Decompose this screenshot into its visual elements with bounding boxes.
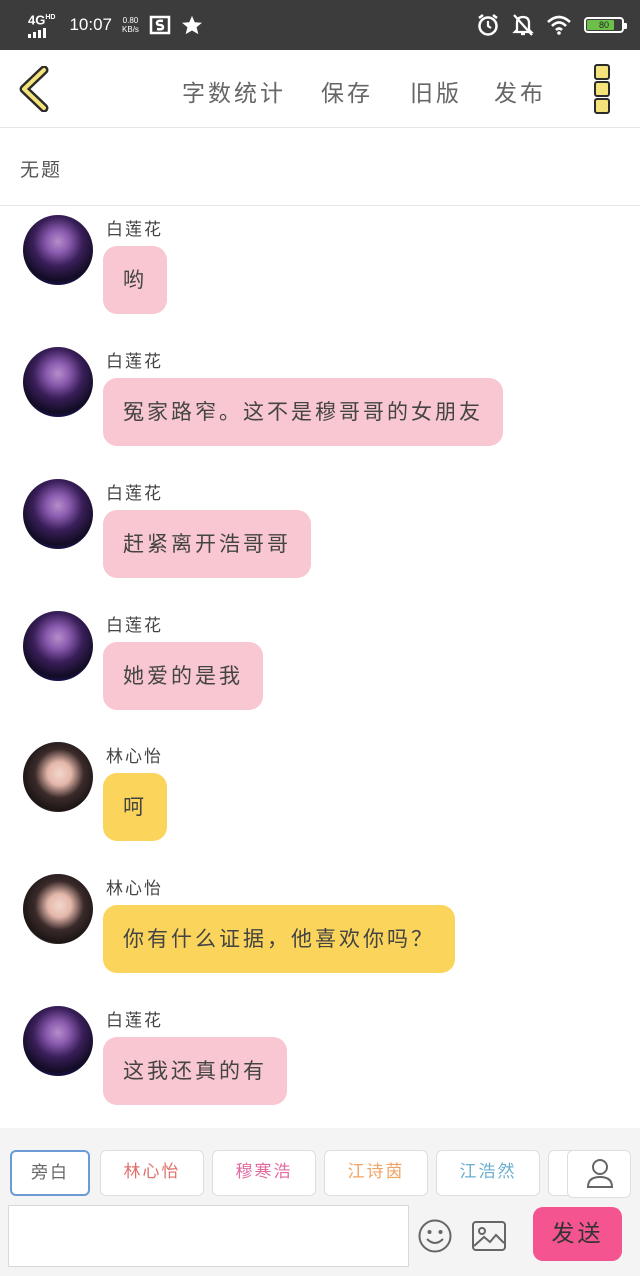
sender-name: 白莲花: [106, 1011, 163, 1031]
avatar-bailianhua: [23, 1006, 93, 1076]
character-chip-narrator[interactable]: 旁白: [10, 1150, 90, 1196]
story-title-bar[interactable]: 无题: [0, 128, 640, 206]
character-chip-jiangshiyin[interactable]: 江诗茵: [324, 1150, 428, 1196]
message-bubble[interactable]: 你有什么证据，他喜欢你吗？: [103, 905, 455, 973]
story-title: 无题: [20, 159, 63, 181]
message-bubble[interactable]: 她爱的是我: [103, 642, 263, 710]
sender-name: 白莲花: [106, 484, 163, 504]
wifi-icon: [547, 15, 571, 35]
shield-s-icon: [149, 15, 171, 35]
send-button[interactable]: 发送: [533, 1207, 622, 1261]
avatar-bailianhua: [23, 347, 93, 417]
message-bubble[interactable]: 赶紧离开浩哥哥: [103, 510, 311, 578]
save-button[interactable]: 保存: [321, 74, 373, 108]
avatar-bailianhua: [23, 479, 93, 549]
image-icon[interactable]: [471, 1220, 507, 1252]
status-bar: 4GHD 10:07 0.80 KB/s 80: [0, 0, 640, 50]
word-count-button[interactable]: 字数统计: [182, 74, 286, 108]
sender-name: 白莲花: [106, 616, 163, 636]
speed-unit: KB/s: [122, 24, 139, 34]
alarm-icon: [478, 14, 498, 36]
signal-icon: [28, 28, 55, 39]
network-type: 4G: [28, 12, 46, 28]
avatar-linxinyi: [23, 874, 93, 944]
clock: 10:07: [69, 14, 113, 34]
battery-text: 80: [598, 20, 609, 30]
speed-value: 0.80: [122, 15, 139, 25]
sender-name: 林心怡: [106, 879, 163, 899]
avatar-bailianhua: [23, 611, 93, 681]
message-bubble[interactable]: 哟: [103, 246, 167, 314]
editor-toolbar: 字数统计 保存 旧版 发布: [0, 50, 640, 128]
back-button[interactable]: [14, 66, 54, 112]
character-chip-jianghaoran[interactable]: 江浩然: [436, 1150, 540, 1196]
character-chip-muhanhao[interactable]: 穆寒浩: [212, 1150, 316, 1196]
composer-panel: 旁白 林心怡 穆寒浩 江诗茵 江浩然 发送: [0, 1128, 640, 1276]
battery-icon: 80: [584, 17, 627, 33]
signal-indicator: 4GHD: [28, 12, 56, 39]
network-speed: 0.80 KB/s: [122, 16, 139, 34]
avatar-bailianhua: [23, 215, 93, 285]
emoji-icon[interactable]: [417, 1218, 453, 1254]
avatar-linxinyi: [23, 742, 93, 812]
message-bubble[interactable]: 这我还真的有: [103, 1037, 287, 1105]
sender-name: 白莲花: [106, 220, 163, 240]
publish-button[interactable]: 发布: [494, 74, 546, 108]
character-selector: 旁白 林心怡 穆寒浩 江诗茵 江浩然: [0, 1150, 640, 1198]
message-bubble[interactable]: 冤家路窄。这不是穆哥哥的女朋友: [103, 378, 503, 446]
network-hd: HD: [45, 13, 56, 21]
add-character-button[interactable]: [567, 1150, 631, 1198]
more-vertical-icon[interactable]: [594, 64, 614, 114]
character-chip-linxinyi[interactable]: 林心怡: [100, 1150, 204, 1196]
user-icon: [586, 1159, 614, 1188]
sender-name: 林心怡: [106, 747, 163, 767]
message-bubble[interactable]: 呵: [103, 773, 167, 841]
star-icon: [181, 15, 202, 35]
sender-name: 白莲花: [106, 352, 163, 372]
old-version-button[interactable]: 旧版: [410, 74, 462, 108]
mute-bell-icon: [512, 14, 534, 36]
message-input[interactable]: [8, 1205, 409, 1267]
